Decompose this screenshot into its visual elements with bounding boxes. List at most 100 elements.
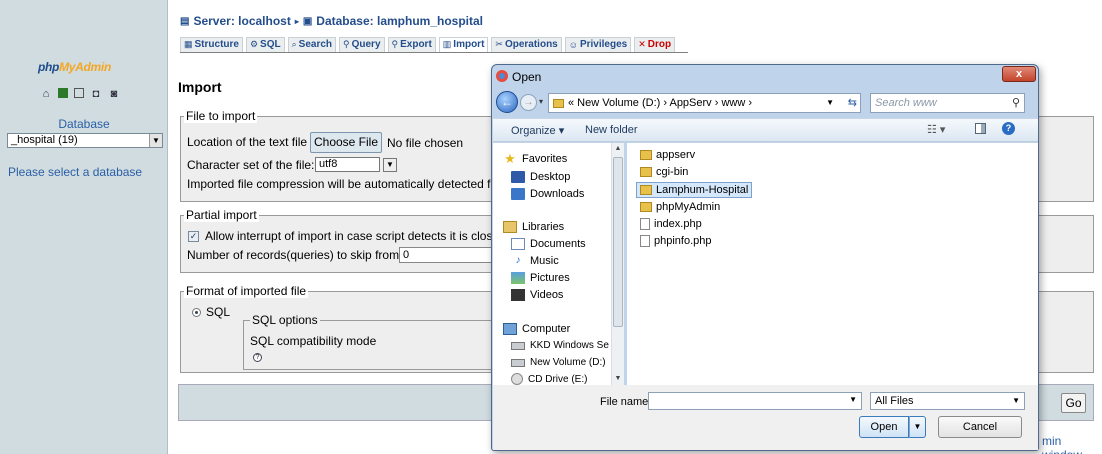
page-title: Import [178, 79, 222, 95]
chevron-down-icon: ▼ [383, 158, 397, 172]
go-button[interactable]: Go [1061, 393, 1086, 413]
computer-icon [503, 323, 517, 335]
nav-new-volume[interactable]: New Volume (D:) [511, 357, 606, 368]
help-icon[interactable]: ? [253, 353, 262, 362]
nav-cd-drive[interactable]: CD Drive (E:) [511, 373, 587, 385]
tab-import[interactable]: ▥ Import [438, 37, 489, 52]
nav-label: Desktop [530, 171, 571, 183]
logo-part1: php [38, 60, 60, 74]
home-icon[interactable]: ⌂ [40, 88, 52, 100]
tab-bar: ▦ Structure ⚙ SQL ⌕ Search ⚲ Query ⚲ Export ▥… [180, 37, 689, 53]
scroll-down-icon[interactable]: ▼ [612, 373, 624, 385]
nav-documents[interactable]: Documents [511, 238, 586, 250]
tab-sql[interactable]: ⚙ SQL [245, 37, 285, 52]
recent-pages-dropdown[interactable]: ▾ [539, 97, 543, 106]
tab-structure[interactable]: ▦ Structure [180, 37, 243, 52]
sql-options-legend: SQL options [250, 313, 320, 327]
file-item-phpinfo-php[interactable]: phpinfo.php [637, 234, 715, 248]
back-button[interactable]: ← [496, 91, 518, 113]
nav-videos[interactable]: Videos [511, 289, 563, 301]
chevron-down-icon[interactable]: ▼ [849, 395, 857, 404]
view-options-icon[interactable]: ☷ ▾ [927, 123, 945, 136]
nav-computer[interactable]: Computer [503, 323, 570, 335]
music-icon: ♪ [515, 255, 521, 266]
chevron-down-icon: ▼ [149, 134, 162, 147]
sql-query-icon[interactable] [58, 88, 68, 98]
nav-favorites[interactable]: ★ Favorites [503, 152, 567, 165]
address-path: « New Volume (D:) › AppServ › www › [568, 97, 752, 109]
sql-compat-label: SQL compatibility mode [250, 334, 377, 348]
open-button[interactable]: Open [859, 416, 909, 438]
refresh-icon[interactable]: ⇆ [848, 94, 857, 112]
database-link[interactable]: Database: lamphum_hospital [316, 14, 483, 28]
file-type-select[interactable]: All Files ▼ [870, 392, 1025, 410]
open-options-dropdown[interactable]: ▼ [909, 416, 926, 438]
folder-icon [553, 98, 564, 108]
sql-format-radio[interactable] [192, 308, 201, 317]
operations-icon: ✂ [495, 39, 503, 49]
file-name-input[interactable]: ▼ [648, 392, 862, 410]
nav-label: Computer [522, 323, 571, 335]
arrow-right-icon: → [523, 97, 534, 108]
nav-libraries[interactable]: Libraries [503, 221, 564, 233]
open-new-window-link[interactable]: min window [1042, 434, 1102, 454]
file-item-cgi-bin[interactable]: cgi-bin [637, 165, 691, 179]
documents-icon [511, 238, 525, 250]
skip-records-input[interactable]: 0 [399, 247, 499, 263]
tab-query[interactable]: ⚲ Query [339, 37, 385, 52]
file-item-lamphum-hospital[interactable]: Lamphum-Hospital [636, 182, 753, 198]
pictures-icon [511, 272, 525, 284]
file-item-phpmyadmin[interactable]: phpMyAdmin [637, 200, 723, 214]
allow-interrupt-checkbox[interactable]: ✓ [188, 231, 199, 242]
file-item-appserv[interactable]: appserv [637, 148, 698, 162]
phpmyadmin-logo[interactable]: phpMyAdmin [38, 60, 111, 74]
select-database-message: Please select a database [8, 165, 143, 179]
help-icon[interactable]: ? [1002, 122, 1015, 135]
scroll-up-icon[interactable]: ▲ [612, 143, 624, 155]
chrome-icon [496, 70, 508, 82]
forward-button[interactable]: → [520, 94, 537, 111]
close-button[interactable]: x [1002, 66, 1036, 82]
nav-pictures[interactable]: Pictures [511, 272, 570, 284]
file-icon [640, 235, 650, 247]
folder-icon [640, 150, 652, 160]
nav-label: Pictures [530, 272, 570, 284]
tab-search[interactable]: ⌕ Search [287, 37, 337, 52]
quick-icons: ⌂ ◘ ◙ [40, 88, 120, 100]
format-legend: Format of imported file [184, 284, 309, 298]
charset-select[interactable]: utf8 ▼ [315, 157, 397, 172]
window-icon[interactable] [74, 88, 84, 98]
file-name: phpMyAdmin [656, 201, 721, 213]
nav-music[interactable]: ♪ Music [511, 255, 559, 267]
drive-icon [511, 341, 525, 350]
tab-privileges[interactable]: ☺ Privileges [564, 37, 632, 52]
file-item-index-php[interactable]: index.php [637, 217, 705, 231]
nav-desktop[interactable]: Desktop [511, 171, 570, 183]
skip-records-label: Number of records(queries) to skip from … [187, 248, 426, 262]
cancel-button[interactable]: Cancel [938, 416, 1022, 438]
chevron-down-icon[interactable]: ▼ [826, 94, 834, 112]
docs-icon[interactable]: ◘ [90, 88, 102, 100]
search-placeholder: Search www [875, 97, 937, 109]
navigation-scrollbar[interactable]: ▲ ▼ [611, 143, 624, 385]
new-folder-button[interactable]: New folder [585, 124, 638, 136]
tab-export[interactable]: ⚲ Export [387, 37, 436, 52]
folder-icon [640, 202, 652, 212]
scrollbar-thumb[interactable] [613, 157, 623, 327]
compression-note: Imported file compression will be automa… [187, 177, 502, 191]
tab-drop[interactable]: ✕ Drop [634, 37, 676, 52]
cd-drive-icon [511, 373, 523, 385]
info-icon[interactable]: ◙ [108, 88, 120, 100]
organize-button[interactable]: Organize ▾ [511, 124, 564, 137]
close-icon: x [1015, 68, 1023, 80]
choose-file-button[interactable]: Choose File [310, 132, 382, 153]
database-select[interactable]: _hospital (19) ▼ [7, 133, 163, 148]
preview-pane-icon[interactable] [975, 123, 986, 134]
nav-kkd-drive[interactable]: KKD Windows Se [511, 340, 609, 351]
search-input[interactable]: Search www ⚲ [870, 93, 1025, 113]
nav-downloads[interactable]: Downloads [511, 188, 584, 200]
tab-operations[interactable]: ✂ Operations [491, 37, 562, 52]
address-bar[interactable]: « New Volume (D:) › AppServ › www › ▼ ⇆ [548, 93, 861, 113]
server-link[interactable]: Server: localhost [193, 14, 290, 28]
drive-icon [511, 358, 525, 367]
